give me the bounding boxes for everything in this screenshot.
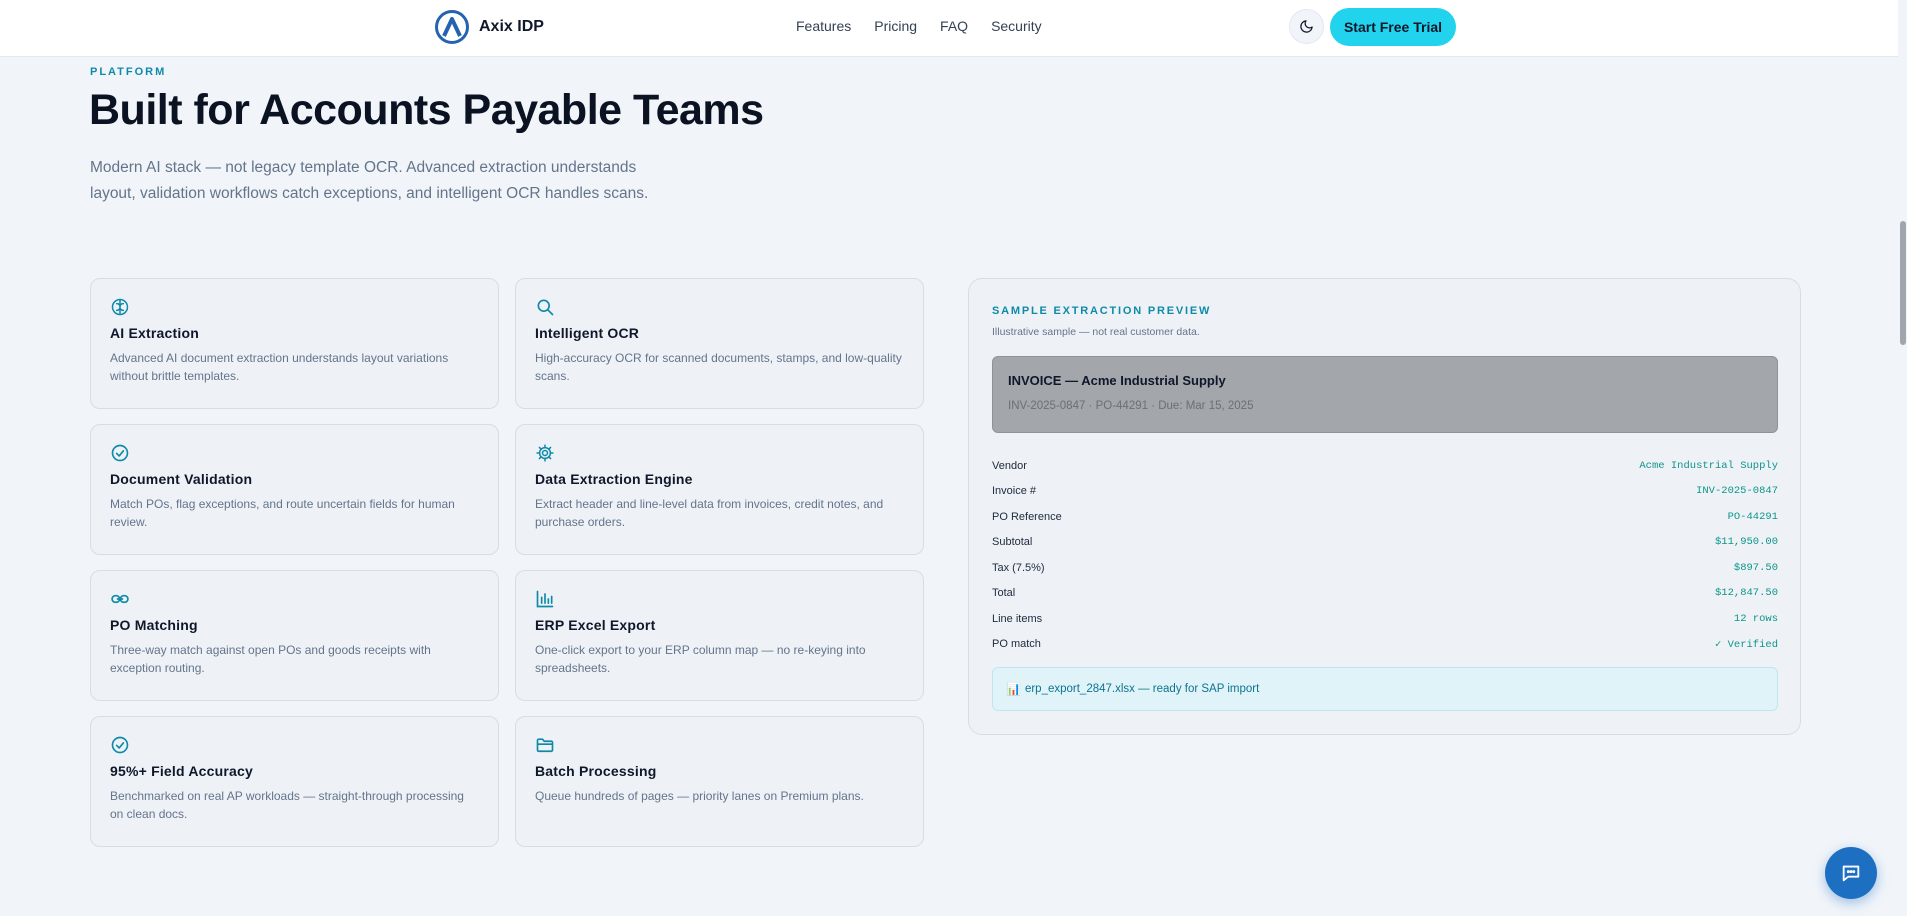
field-value: $11,950.00 (1714, 536, 1778, 549)
feature-card-field-accuracy: 95%+ Field Accuracy Benchmarked on real … (90, 716, 499, 847)
field-value: $897.50 (1733, 561, 1778, 574)
feature-title: 95%+ Field Accuracy (110, 763, 253, 779)
feature-card-batch-processing: Batch Processing Queue hundreds of pages… (515, 716, 924, 847)
field-label: Subtotal (992, 536, 1033, 549)
feature-title: Data Extraction Engine (535, 471, 693, 487)
theme-toggle-button[interactable] (1289, 9, 1324, 44)
invoice-document: INVOICE — Acme Industrial Supply INV-202… (992, 356, 1778, 433)
section-eyebrow: PLATFORM (90, 66, 167, 78)
field-label: Invoice # (992, 485, 1037, 498)
feature-description: Advanced AI document extraction understa… (110, 351, 449, 383)
feature-card-intelligent-ocr: Intelligent OCR High-accuracy OCR for sc… (515, 278, 924, 409)
nav-link-faq[interactable]: FAQ (940, 18, 968, 34)
invoice-meta: INV-2025-0847 · PO-44291 · Due: Mar 15, … (1008, 400, 1254, 412)
page-scrollbar-thumb[interactable] (1900, 221, 1906, 345)
field-row-total: Total $12,847.50 (992, 581, 1778, 607)
feature-description: Extract header and line-level data from … (535, 497, 884, 529)
chat-widget-button[interactable] (1825, 847, 1877, 899)
page-scrollbar-track (1898, 0, 1907, 916)
field-label: PO match (992, 638, 1041, 651)
check-circle-icon (111, 736, 129, 754)
page-title: Built for Accounts Payable Teams (89, 86, 764, 134)
export-file-link[interactable]: erp_export_2847.xlsx — ready for SAP imp… (1025, 683, 1259, 695)
feature-card-erp-excel-export: ERP Excel Export One-click export to you… (515, 570, 924, 701)
brand-name: Axix IDP (479, 18, 544, 35)
feature-card-ai-extraction: AI Extraction Advanced AI document extra… (90, 278, 499, 409)
feature-description: High-accuracy OCR for scanned documents,… (535, 351, 902, 383)
export-status: 📊 erp_export_2847.xlsx — ready for SAP i… (992, 667, 1778, 711)
field-value: Acme Industrial Supply (1639, 459, 1778, 472)
nav-link-security[interactable]: Security (991, 18, 1042, 34)
feature-title: Document Validation (110, 471, 253, 487)
brand-logo[interactable]: Axix IDP (435, 10, 544, 44)
brain-icon (111, 298, 129, 316)
feature-description: Match POs, flag exceptions, and route un… (110, 497, 455, 529)
field-label: Total (992, 587, 1016, 600)
field-value: $12,847.50 (1714, 587, 1778, 600)
hero-description: Modern AI stack — not legacy template OC… (90, 159, 649, 202)
feature-title: ERP Excel Export (535, 617, 656, 633)
spreadsheet-icon: 📊 (1006, 682, 1021, 696)
moon-icon (1300, 20, 1313, 33)
feature-title: Batch Processing (535, 763, 657, 779)
field-row-vendor: Vendor Acme Industrial Supply (992, 453, 1778, 479)
start-free-trial-button[interactable]: Start Free Trial (1330, 8, 1456, 46)
field-row-subtotal: Subtotal $11,950.00 (992, 530, 1778, 556)
feature-card-data-extraction-engine: Data Extraction Engine Extract header an… (515, 424, 924, 555)
preview-label: SAMPLE EXTRACTION PREVIEW (992, 305, 1212, 317)
field-value: PO-44291 (1727, 510, 1778, 523)
feature-description: One-click export to your ERP column map … (535, 643, 866, 675)
field-value: INV-2025-0847 (1696, 485, 1778, 498)
field-label: Vendor (992, 459, 1027, 472)
feature-title: AI Extraction (110, 325, 199, 341)
main-nav: Features Pricing FAQ Security (796, 18, 1042, 34)
gear-icon (536, 444, 554, 462)
feature-description: Benchmarked on real AP workloads — strai… (110, 789, 464, 821)
field-label: Line items (992, 612, 1043, 625)
feature-card-po-matching: PO Matching Three-way match against open… (90, 570, 499, 701)
field-row-po-reference: PO Reference PO-44291 (992, 504, 1778, 530)
feature-description: Three-way match against open POs and goo… (110, 643, 431, 675)
field-row-line-items: Line items 12 rows (992, 606, 1778, 632)
invoice-title: INVOICE — Acme Industrial Supply (1008, 373, 1226, 388)
preview-note: Illustrative sample — not real customer … (992, 326, 1200, 338)
extracted-fields-list: Vendor Acme Industrial Supply Invoice # … (992, 453, 1778, 657)
field-value: 12 rows (1733, 612, 1778, 625)
feature-description: Queue hundreds of pages — priority lanes… (535, 789, 864, 803)
field-row-tax: Tax (7.5%) $897.50 (992, 555, 1778, 581)
axix-logo-icon (435, 10, 469, 44)
check-circle-icon (111, 444, 129, 462)
field-label: Tax (7.5%) (992, 561, 1045, 574)
field-value: ✓ Verified (1714, 638, 1778, 651)
chat-bubble-icon (1842, 865, 1860, 882)
field-row-po-match: PO match ✓ Verified (992, 632, 1778, 658)
field-row-invoice-number: Invoice # INV-2025-0847 (992, 479, 1778, 505)
nav-link-features[interactable]: Features (796, 18, 851, 34)
bar-chart-icon (536, 590, 554, 608)
search-icon (537, 299, 554, 316)
feature-card-document-validation: Document Validation Match POs, flag exce… (90, 424, 499, 555)
folder-icon (536, 738, 554, 753)
sample-extraction-preview: SAMPLE EXTRACTION PREVIEW Illustrative s… (968, 278, 1801, 735)
top-nav-bar: Axix IDP Features Pricing FAQ Security S… (0, 0, 1907, 57)
field-label: PO Reference (992, 510, 1062, 523)
feature-title: Intelligent OCR (535, 325, 640, 341)
link-icon (111, 594, 129, 604)
nav-link-pricing[interactable]: Pricing (874, 18, 917, 34)
feature-title: PO Matching (110, 617, 198, 633)
